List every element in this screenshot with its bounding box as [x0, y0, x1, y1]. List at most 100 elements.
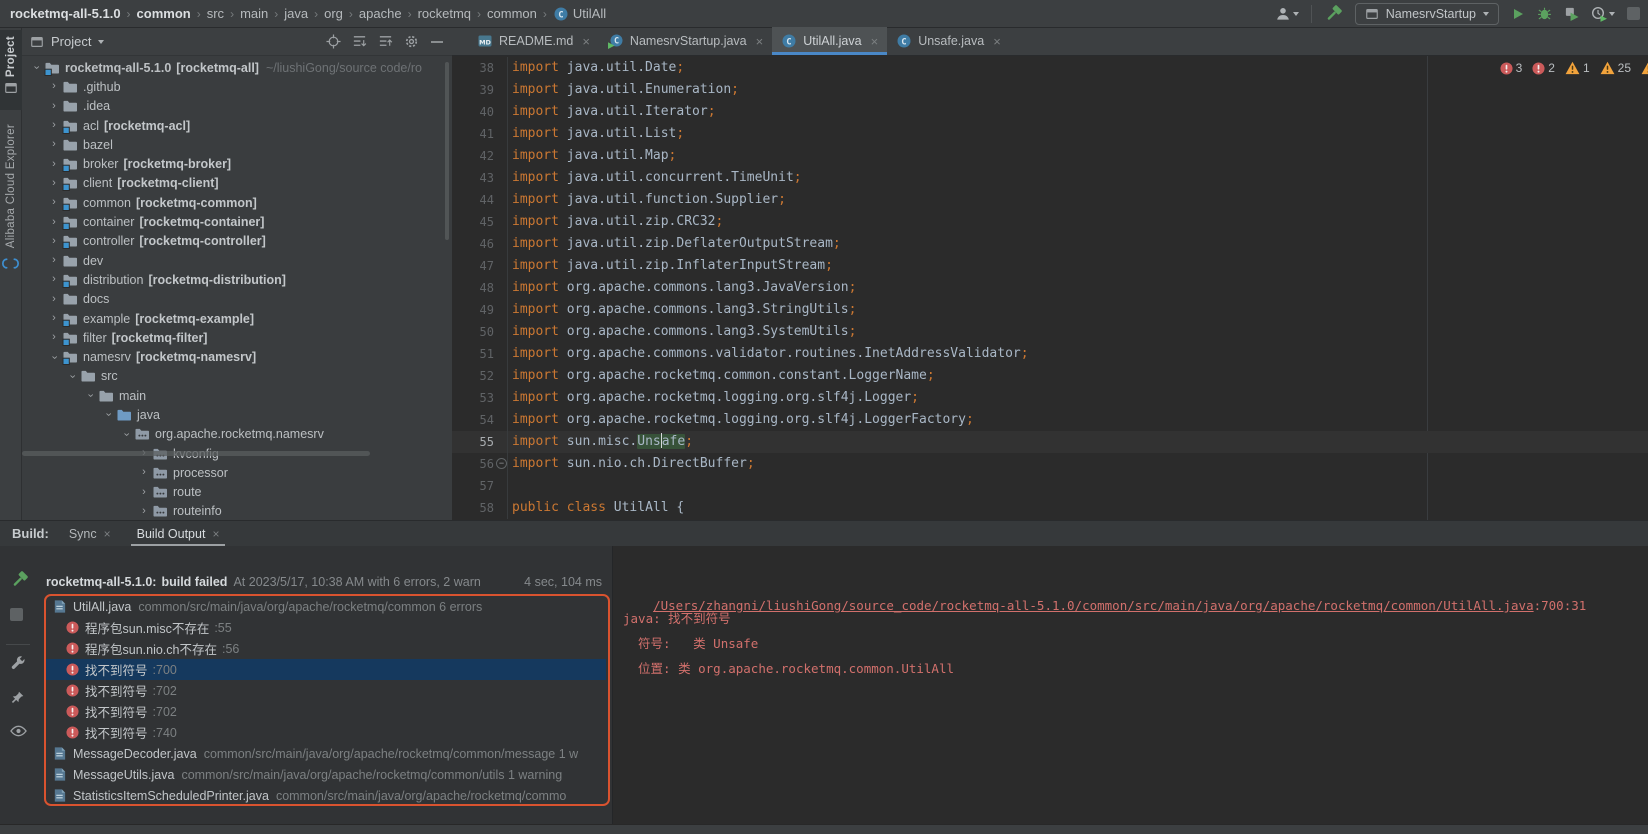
tree-item[interactable]: ›route: [22, 483, 452, 502]
code-line[interactable]: 44import java.util.function.Supplier;: [452, 189, 1648, 211]
tree-item[interactable]: ›client[rocketmq-client]: [22, 174, 452, 193]
tree-chevron-icon[interactable]: ›: [46, 332, 62, 343]
tree-chevron-icon[interactable]: ›: [46, 120, 62, 131]
breadcrumb-item[interactable]: main: [240, 6, 268, 21]
build-file-row[interactable]: MessageDecoder.javacommon/src/main/java/…: [45, 743, 606, 764]
tree-chevron-icon[interactable]: ›: [136, 506, 152, 517]
tool-tab-project[interactable]: Project: [0, 30, 22, 110]
breadcrumb-item[interactable]: common: [137, 6, 191, 21]
tool-tab-alibaba-cloud-explorer[interactable]: Alibaba Cloud Explorer: [0, 124, 22, 264]
tree-chevron-icon[interactable]: ›: [46, 313, 62, 324]
profiler-button[interactable]: [1591, 6, 1615, 22]
inspection-badge[interactable]: 25: [1600, 61, 1631, 75]
code-line[interactable]: 45import java.util.zip.CRC32;: [452, 211, 1648, 233]
code-line[interactable]: 52import org.apache.rocketmq.common.cons…: [452, 365, 1648, 387]
tree-chevron-icon[interactable]: ›: [46, 81, 62, 92]
tree-chevron-icon[interactable]: ›: [46, 139, 62, 150]
close-icon[interactable]: ×: [871, 34, 879, 49]
code-line[interactable]: 49import org.apache.commons.lang3.String…: [452, 299, 1648, 321]
code-line[interactable]: 53import org.apache.rocketmq.logging.org…: [452, 387, 1648, 409]
build-error-row[interactable]: 程序包sun.misc不存在:55: [45, 617, 606, 638]
breadcrumb-item[interactable]: rocketmq: [418, 6, 471, 21]
tree-item[interactable]: ›controller[rocketmq-controller]: [22, 232, 452, 251]
tree-chevron-icon[interactable]: ›: [46, 274, 62, 285]
code-line[interactable]: 42import java.util.Map;: [452, 145, 1648, 167]
code-line[interactable]: 55import sun.misc.Unsafe;: [452, 431, 1648, 453]
run-button[interactable]: [1511, 7, 1525, 21]
breadcrumb-item[interactable]: org: [324, 6, 343, 21]
inspection-badge[interactable]: 2: [1532, 61, 1555, 75]
tree-chevron-icon[interactable]: ›: [103, 407, 114, 423]
code-line[interactable]: 46import java.util.zip.DeflaterOutputStr…: [452, 233, 1648, 255]
breadcrumb-class[interactable]: CUtilAll: [553, 6, 606, 22]
tree-chevron-icon[interactable]: ›: [46, 101, 62, 112]
tree-item[interactable]: ›.idea: [22, 97, 452, 116]
tree-chevron-icon[interactable]: ›: [46, 255, 62, 266]
debug-button[interactable]: [1537, 6, 1552, 21]
code-editor[interactable]: 38import java.util.Date;39import java.ut…: [452, 56, 1648, 520]
stop-button[interactable]: [1627, 7, 1640, 20]
tree-item[interactable]: ›processor: [22, 463, 452, 482]
code-line[interactable]: 40import java.util.Iterator;: [452, 101, 1648, 123]
code-line[interactable]: 58public class UtilAll {: [452, 497, 1648, 519]
close-icon[interactable]: ×: [582, 34, 590, 49]
expand-all-icon[interactable]: [352, 34, 367, 49]
inspections-widget[interactable]: 321 25: [1496, 60, 1648, 76]
tree-item[interactable]: ›distribution[rocketmq-distribution]: [22, 270, 452, 289]
settings-gear-icon[interactable]: [404, 34, 419, 49]
tree-chevron-icon[interactable]: ›: [46, 236, 62, 247]
tree-item[interactable]: ›acl[rocketmq-acl]: [22, 116, 452, 135]
tree-chevron-icon[interactable]: ›: [46, 197, 62, 208]
code-line[interactable]: 38import java.util.Date;: [452, 57, 1648, 79]
build-file-row[interactable]: StatisticsItemScheduledPrinter.javacommo…: [45, 785, 606, 806]
tree-chevron-icon[interactable]: ›: [46, 217, 62, 228]
tree-item[interactable]: ›filter[rocketmq-filter]: [22, 328, 452, 347]
tree-chevron-icon[interactable]: ›: [136, 467, 152, 478]
user-account-button[interactable]: [1275, 6, 1299, 22]
tree-chevron-icon[interactable]: ›: [31, 60, 42, 76]
fold-marker-icon[interactable]: −: [496, 458, 507, 469]
tree-item[interactable]: ›dev: [22, 251, 452, 270]
horizontal-scrollbar[interactable]: [22, 451, 370, 456]
vertical-scrollbar[interactable]: [445, 62, 449, 240]
tree-item[interactable]: ›java: [22, 405, 452, 424]
alibaba-cloud-icon[interactable]: [2, 258, 19, 269]
tree-chevron-icon[interactable]: ›: [46, 159, 62, 170]
breadcrumb-item[interactable]: apache: [359, 6, 402, 21]
tree-item[interactable]: ›example[rocketmq-example]: [22, 309, 452, 328]
inspection-badge[interactable]: [1641, 61, 1648, 75]
tree-chevron-icon[interactable]: ›: [49, 349, 60, 365]
tree-chevron-icon[interactable]: ›: [85, 388, 96, 404]
close-icon[interactable]: ×: [212, 527, 219, 541]
editor-tab[interactable]: CUnsafe.java×: [887, 27, 1010, 55]
tree-chevron-icon[interactable]: ›: [121, 426, 132, 442]
build-tab[interactable]: Sync×: [63, 521, 117, 547]
build-error-row[interactable]: 找不到符号:702: [45, 701, 606, 722]
close-icon[interactable]: ×: [993, 34, 1001, 49]
code-line[interactable]: 54import org.apache.rocketmq.logging.org…: [452, 409, 1648, 431]
inspection-badge[interactable]: 1: [1565, 61, 1590, 75]
build-error-row[interactable]: 找不到符号:700: [45, 659, 606, 680]
build-file-row[interactable]: UtilAll.javacommon/src/main/java/org/apa…: [45, 596, 606, 617]
code-line[interactable]: 56−import sun.nio.ch.DirectBuffer;: [452, 453, 1648, 475]
tree-item[interactable]: ›bazel: [22, 135, 452, 154]
code-line[interactable]: 50import org.apache.commons.lang3.System…: [452, 321, 1648, 343]
build-tab[interactable]: Build Output×: [131, 521, 226, 547]
code-line[interactable]: 47import java.util.zip.InflaterInputStre…: [452, 255, 1648, 277]
code-line[interactable]: 57: [452, 475, 1648, 497]
build-project-button[interactable]: [1324, 4, 1343, 23]
tree-item[interactable]: ›broker[rocketmq-broker]: [22, 154, 452, 173]
inspection-badge[interactable]: 3: [1500, 61, 1523, 75]
breadcrumb-item[interactable]: rocketmq-all-5.1.0: [10, 6, 121, 21]
editor-tab[interactable]: CUtilAll.java×: [772, 27, 887, 55]
code-line[interactable]: 43import java.util.concurrent.TimeUnit;: [452, 167, 1648, 189]
collapse-all-icon[interactable]: [378, 34, 393, 49]
tree-item[interactable]: ›src: [22, 367, 452, 386]
build-error-row[interactable]: 找不到符号:702: [45, 680, 606, 701]
build-file-row[interactable]: MessageUtils.javacommon/src/main/java/or…: [45, 764, 606, 785]
editor-tab[interactable]: CNamesrvStartup.java×: [599, 27, 772, 55]
editor-tab[interactable]: MDREADME.md×: [468, 27, 599, 55]
tree-chevron-icon[interactable]: ›: [46, 294, 62, 305]
tree-item[interactable]: ›org.apache.rocketmq.namesrv: [22, 425, 452, 444]
code-line[interactable]: 39import java.util.Enumeration;: [452, 79, 1648, 101]
